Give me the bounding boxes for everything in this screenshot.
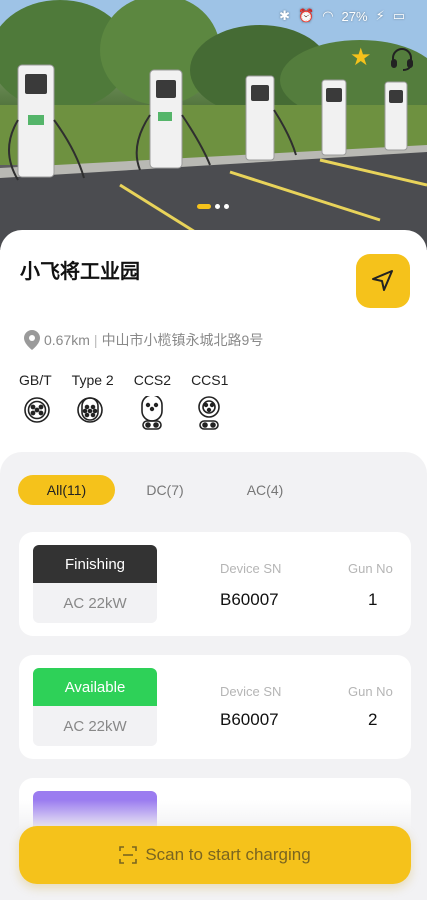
navigation-arrow-icon: [372, 270, 393, 291]
gun-no: 1: [368, 590, 378, 609]
separator: |: [93, 332, 98, 348]
device-status: Available: [33, 668, 157, 706]
gbt-plug-icon: [24, 397, 50, 423]
connector-label: GB/T: [19, 372, 52, 388]
station-distance: 0.67km: [44, 332, 90, 348]
connector-label: Type 2: [71, 372, 114, 388]
connector-type2: Type 2: [72, 372, 114, 430]
device-sn-label: Device SN: [220, 684, 282, 699]
station-address-row: 0.67km | 中山市小榄镇永城北路9号: [24, 330, 263, 350]
location-pin-icon: [24, 330, 40, 350]
scan-button-label: Scan to start charging: [145, 845, 311, 864]
navigate-button[interactable]: [356, 254, 410, 308]
device-filter-tabs: All(11) DC(7) AC(4): [18, 475, 315, 505]
station-photo: ✱ ⏰ ◠ 27% ⚡ ▭ ★: [0, 0, 427, 250]
connector-ccs2: CCS2: [134, 372, 171, 430]
connector-ccs1: CCS1: [191, 372, 228, 430]
ccs2-plug-icon: [140, 396, 163, 430]
bluetooth-icon: ✱: [279, 8, 290, 23]
scan-icon: [119, 846, 138, 864]
scan-to-charge-button[interactable]: Scan to start charging: [19, 826, 411, 884]
gun-no: 2: [368, 710, 378, 729]
device-card[interactable]: Finishing AC 22kW Device SN B60007 Gun N…: [19, 532, 411, 636]
tab-dc[interactable]: DC(7): [115, 475, 215, 505]
carousel-indicator[interactable]: [197, 204, 229, 209]
device-status-box: Finishing AC 22kW: [33, 545, 157, 623]
ccs1-plug-icon: [198, 396, 220, 430]
wifi-icon: ◠: [322, 8, 334, 23]
connector-types: GB/T Type 2 CCS2 CCS1: [19, 372, 248, 430]
charging-icon: ⚡: [375, 8, 385, 23]
device-power: AC 22kW: [63, 594, 127, 612]
device-power: AC 22kW: [63, 717, 127, 735]
gun-no-label: Gun No: [348, 684, 393, 699]
device-sn: B60007: [220, 710, 279, 729]
alarm-icon: ⏰: [298, 8, 315, 23]
status-bar: ✱ ⏰ ◠ 27% ⚡ ▭: [279, 8, 405, 24]
device-sn: B60007: [220, 590, 279, 609]
type2-plug-icon: [76, 397, 103, 423]
tab-ac[interactable]: AC(4): [215, 475, 315, 505]
station-address: 中山市小榄镇永城北路9号: [101, 332, 264, 348]
battery-icon: ▭: [392, 8, 405, 23]
connector-label: CCS2: [133, 372, 172, 388]
favorite-star-icon[interactable]: ★: [350, 46, 372, 70]
connector-label: CCS1: [191, 372, 229, 388]
station-name: 小飞将工业园: [20, 261, 140, 283]
device-sn-label: Device SN: [220, 561, 282, 576]
device-status-box: Available AC 22kW: [33, 668, 157, 746]
gun-no-label: Gun No: [348, 561, 393, 576]
tab-all[interactable]: All(11): [18, 475, 115, 505]
battery-level: 27%: [341, 8, 368, 24]
device-card[interactable]: Available AC 22kW Device SN B60007 Gun N…: [19, 655, 411, 759]
device-status: Finishing: [33, 545, 157, 583]
connector-gbt: GB/T: [19, 372, 52, 430]
customer-service-icon[interactable]: [389, 46, 415, 72]
